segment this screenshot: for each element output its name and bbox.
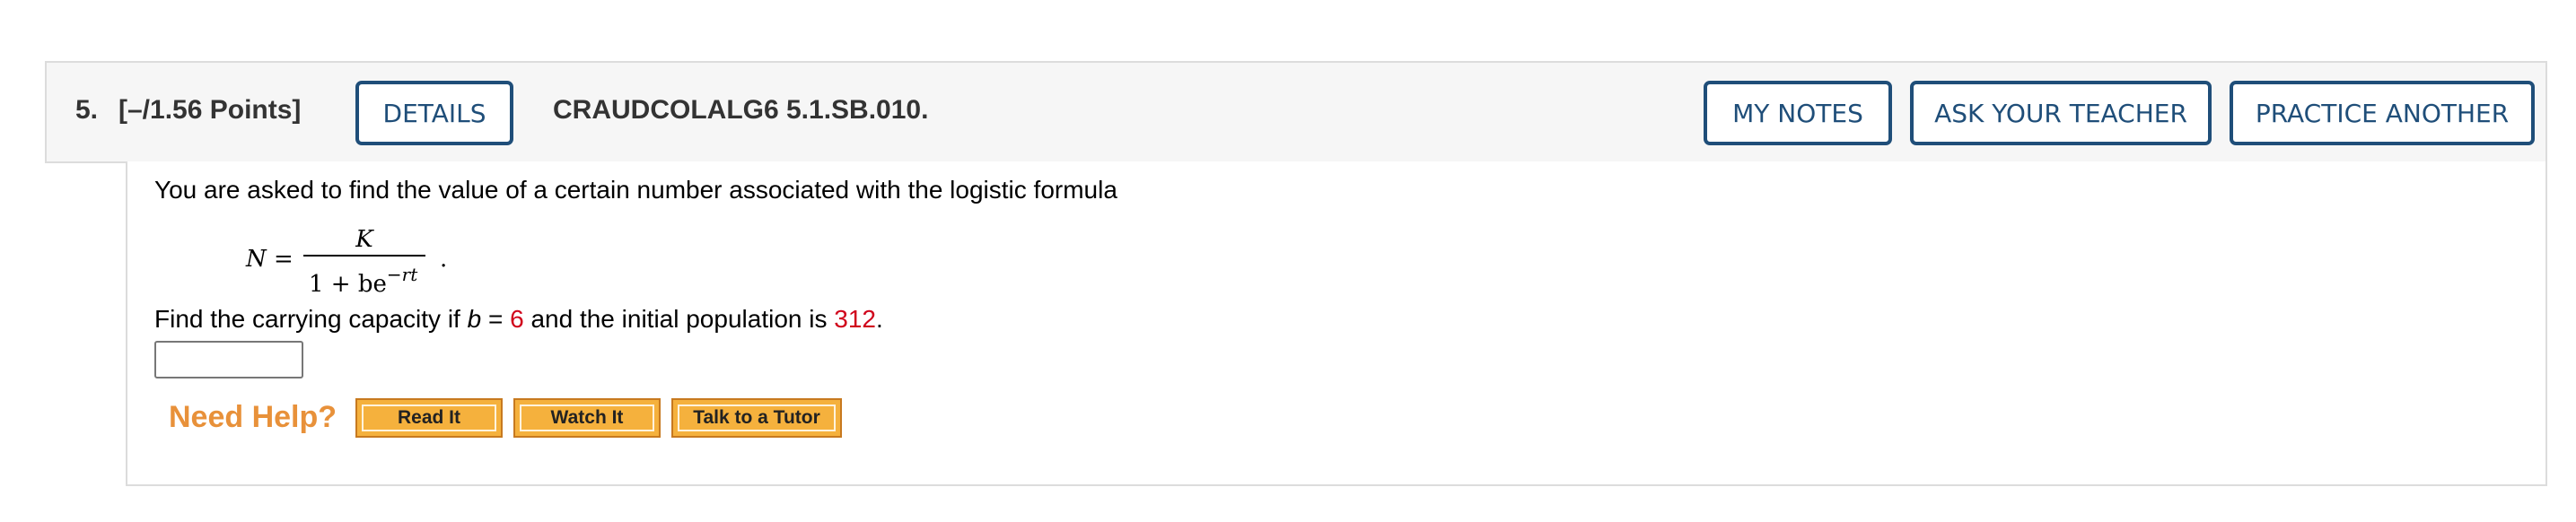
- denominator-exponent: −rt: [386, 264, 418, 285]
- ask-your-teacher-button[interactable]: ASK YOUR TEACHER: [1910, 81, 2212, 145]
- b-value: 6: [510, 305, 524, 333]
- question-number: 5.: [75, 95, 99, 125]
- variable-b: b: [467, 305, 482, 333]
- denominator-base: 1 + be: [309, 271, 387, 298]
- watch-it-label: Watch It: [520, 405, 654, 431]
- find-text-start: Find the carrying capacity if: [154, 305, 468, 333]
- talk-to-tutor-button[interactable]: Talk to a Tutor: [671, 398, 842, 438]
- question-prompt: You are asked to find the value of a cer…: [154, 176, 1117, 204]
- find-text-middle: and the initial population is: [523, 305, 835, 333]
- details-button[interactable]: DETAILS: [355, 81, 513, 145]
- watch-it-button[interactable]: Watch It: [513, 398, 661, 438]
- read-it-button[interactable]: Read It: [355, 398, 503, 438]
- need-help-label: Need Help?: [169, 400, 337, 434]
- question-header: 5. [–/1.56 Points] DETAILS CRAUDCOLALG6 …: [45, 61, 2547, 163]
- find-text-end: .: [875, 305, 883, 333]
- answer-input[interactable]: [154, 341, 303, 378]
- talk-to-tutor-label: Talk to a Tutor: [678, 405, 836, 431]
- formula-denominator: 1 + be−rt: [303, 257, 425, 298]
- formula-numerator: K: [355, 226, 373, 253]
- formula-period: .: [440, 246, 448, 273]
- question-points: [–/1.56 Points]: [118, 95, 302, 125]
- question-body: You are asked to find the value of a cer…: [126, 161, 2547, 486]
- question-code: CRAUDCOLALG6 5.1.SB.010.: [553, 95, 929, 125]
- formula-lhs: N =: [246, 246, 294, 273]
- my-notes-button[interactable]: MY NOTES: [1704, 81, 1892, 145]
- find-instruction: Find the carrying capacity if b = 6 and …: [154, 305, 883, 334]
- equals-sign: =: [481, 305, 511, 333]
- read-it-label: Read It: [362, 405, 496, 431]
- population-value: 312: [834, 305, 876, 333]
- practice-another-button[interactable]: PRACTICE ANOTHER: [2230, 81, 2535, 145]
- formula-fraction: K 1 + be−rt: [303, 224, 425, 298]
